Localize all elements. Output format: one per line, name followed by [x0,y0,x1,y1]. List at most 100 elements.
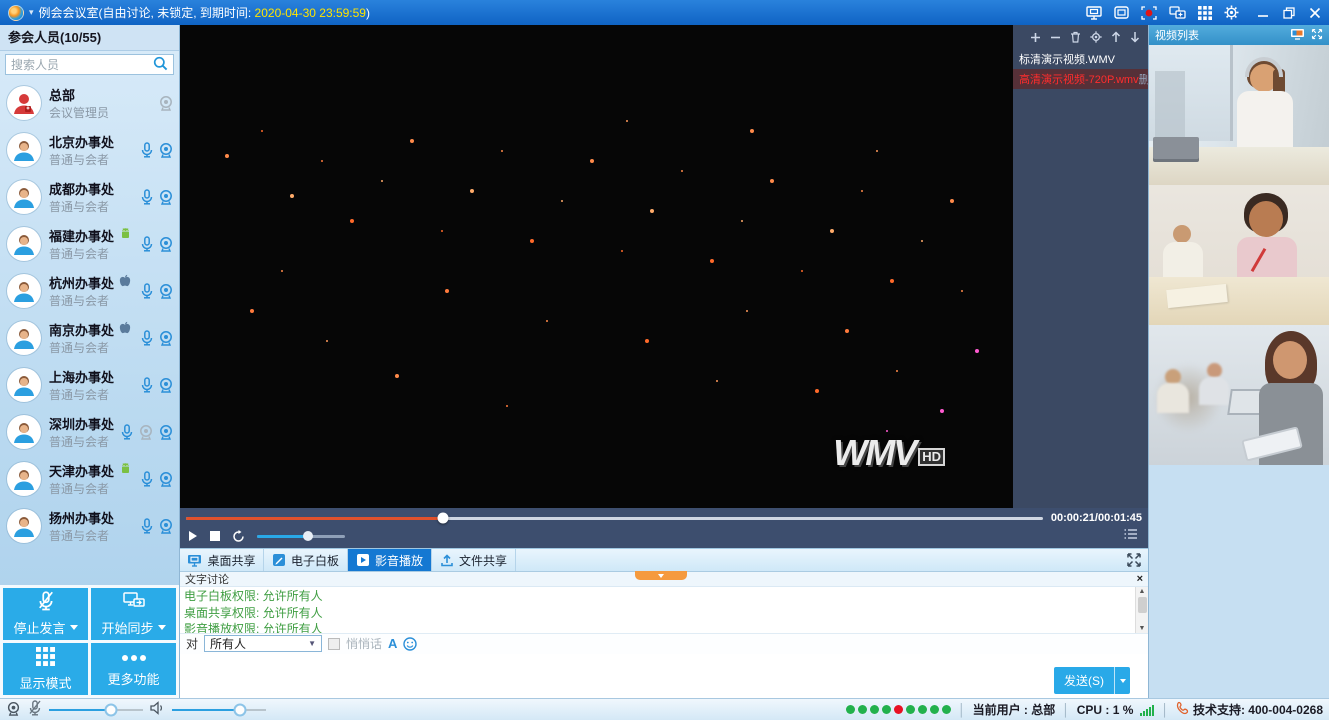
speaker-icon[interactable] [150,701,165,718]
search-input[interactable] [11,58,153,72]
mic-volume-slider[interactable] [49,709,143,711]
record-icon[interactable] [1141,6,1157,20]
webcam-icon[interactable] [158,471,174,487]
participant-row[interactable]: 福建办事处普通与会者 [0,220,179,267]
playlist-item[interactable]: 标清演示视频.WMV [1013,49,1148,69]
participant-row[interactable]: 成都办事处普通与会者 [0,173,179,220]
playlist-settings-icon[interactable] [1090,31,1102,43]
recipient-select[interactable]: 所有人▼ [204,635,322,652]
video-mode-icon[interactable] [1290,28,1305,43]
webcam-icon[interactable] [158,283,174,299]
webcam-icon[interactable] [158,518,174,534]
webcam-icon[interactable] [158,424,174,440]
wmv-hd-watermark: WMV HD [833,439,945,468]
status-mic-muted-icon[interactable] [28,700,42,719]
font-style-button[interactable]: A [388,636,397,651]
participant-row[interactable]: 扬州办事处普通与会者 [0,502,179,549]
playlist-delete-icon[interactable] [1070,31,1081,43]
file-share-icon [440,553,454,567]
minimize-button[interactable] [1257,7,1269,19]
stop-button[interactable] [210,531,220,541]
seek-handle[interactable] [438,513,449,524]
search-icon[interactable] [153,56,168,74]
stop-speaking-button[interactable]: 停止发言 [3,588,88,640]
start-sync-button[interactable]: 开始同步 [91,588,176,640]
video-thumbnail-3[interactable] [1149,325,1329,465]
media-play-icon [356,553,370,567]
layout-grid-icon[interactable] [1198,6,1212,20]
video-thumbnail-1[interactable] [1149,45,1329,185]
network-sync-icon[interactable] [1169,6,1186,20]
whisper-checkbox[interactable] [328,638,340,650]
settings-gear-icon[interactable] [1224,5,1239,20]
close-button[interactable] [1309,7,1321,19]
video-list-empty-area [1149,465,1329,698]
more-functions-button[interactable]: 更多功能 [91,643,176,695]
emoji-button[interactable] [403,637,417,651]
logo-caret-icon[interactable]: ▾ [29,7,34,18]
mic-icon[interactable] [140,283,154,299]
playlist-move-up-icon[interactable] [1111,31,1121,43]
tab-media-playback[interactable]: 影音播放 [348,549,432,571]
scroll-down-icon[interactable]: ▼ [1139,625,1146,632]
mic-icon[interactable] [140,518,154,534]
avatar [7,180,41,214]
playlist-move-down-icon[interactable] [1130,31,1140,43]
participant-row[interactable]: 深圳办事处普通与会者 [0,408,179,455]
speaker-volume-slider[interactable] [172,709,266,711]
send-button[interactable]: 发送(S) [1054,667,1114,694]
webcam-icon-gray[interactable] [158,95,174,111]
chat-scrollbar[interactable]: ▲ ▼ [1135,587,1148,633]
seek-bar[interactable] [186,517,1043,520]
mic-icon[interactable] [140,189,154,205]
mic-icon[interactable] [140,471,154,487]
video-thumbnail-2[interactable] [1149,185,1329,325]
mic-icon[interactable] [140,377,154,393]
scroll-thumb[interactable] [1138,597,1147,613]
webcam-icon[interactable] [158,189,174,205]
speaker-volume-handle[interactable] [233,703,246,716]
android-device-icon [119,462,132,478]
webcam-icon[interactable] [158,330,174,346]
player-volume-slider[interactable] [257,535,345,538]
status-webcam-icon[interactable] [6,701,21,719]
participant-row[interactable]: 北京办事处普通与会者 [0,126,179,173]
whiteboard-window-icon[interactable] [1114,6,1129,19]
video-list-expand-icon[interactable] [1311,28,1323,43]
mic-icon[interactable] [140,142,154,158]
loop-button[interactable] [232,530,245,543]
scroll-up-icon[interactable]: ▲ [1139,588,1146,595]
chat-message-area: 电子白板权限: 允许所有人 桌面共享权限: 允许所有人 影音播放权限: 允许所有… [180,587,1148,633]
status-bar: │ 当前用户 : 总部 │ CPU : 1 % │ 技术支持: 400-004-… [0,698,1329,720]
player-volume-handle[interactable] [303,531,313,541]
participant-row[interactable]: 总部会议管理员 [0,79,179,126]
restore-button[interactable] [1283,7,1295,19]
chat-close-icon[interactable]: × [1137,574,1143,585]
participant-row[interactable]: 杭州办事处普通与会者 [0,267,179,314]
mic-icon[interactable] [140,236,154,252]
tab-file-share[interactable]: 文件共享 [432,549,516,571]
mic-icon[interactable] [140,330,154,346]
participant-row[interactable]: 上海办事处普通与会者 [0,361,179,408]
webcam-icon[interactable] [158,236,174,252]
chat-input-area[interactable]: 发送(S) [180,654,1148,699]
participant-row[interactable]: 南京办事处普通与会者 [0,314,179,361]
collapse-chat-handle[interactable] [635,571,687,580]
playlist-add-icon[interactable] [1030,32,1041,43]
play-button[interactable] [188,530,198,542]
tab-whiteboard[interactable]: 电子白板 [264,549,348,571]
webcam-icon-gray[interactable] [138,424,154,440]
playlist-remove-icon[interactable] [1050,32,1061,43]
display-mode-button[interactable]: 显示模式 [3,643,88,695]
webcam-icon[interactable] [158,142,174,158]
webcam-icon[interactable] [158,377,174,393]
playlist-toggle-icon[interactable] [1124,528,1138,543]
screen-share-icon[interactable] [1086,6,1102,20]
tab-desktop-share[interactable]: 桌面共享 [180,549,264,571]
playlist-item-selected[interactable]: 高清演示视频-720P.wmv删除 [1013,69,1148,89]
participant-row[interactable]: 天津办事处普通与会者 [0,455,179,502]
send-options-caret[interactable] [1114,667,1130,694]
fullscreen-expand-icon[interactable] [1126,552,1142,571]
mic-icon[interactable] [120,424,134,440]
mic-volume-handle[interactable] [105,703,118,716]
